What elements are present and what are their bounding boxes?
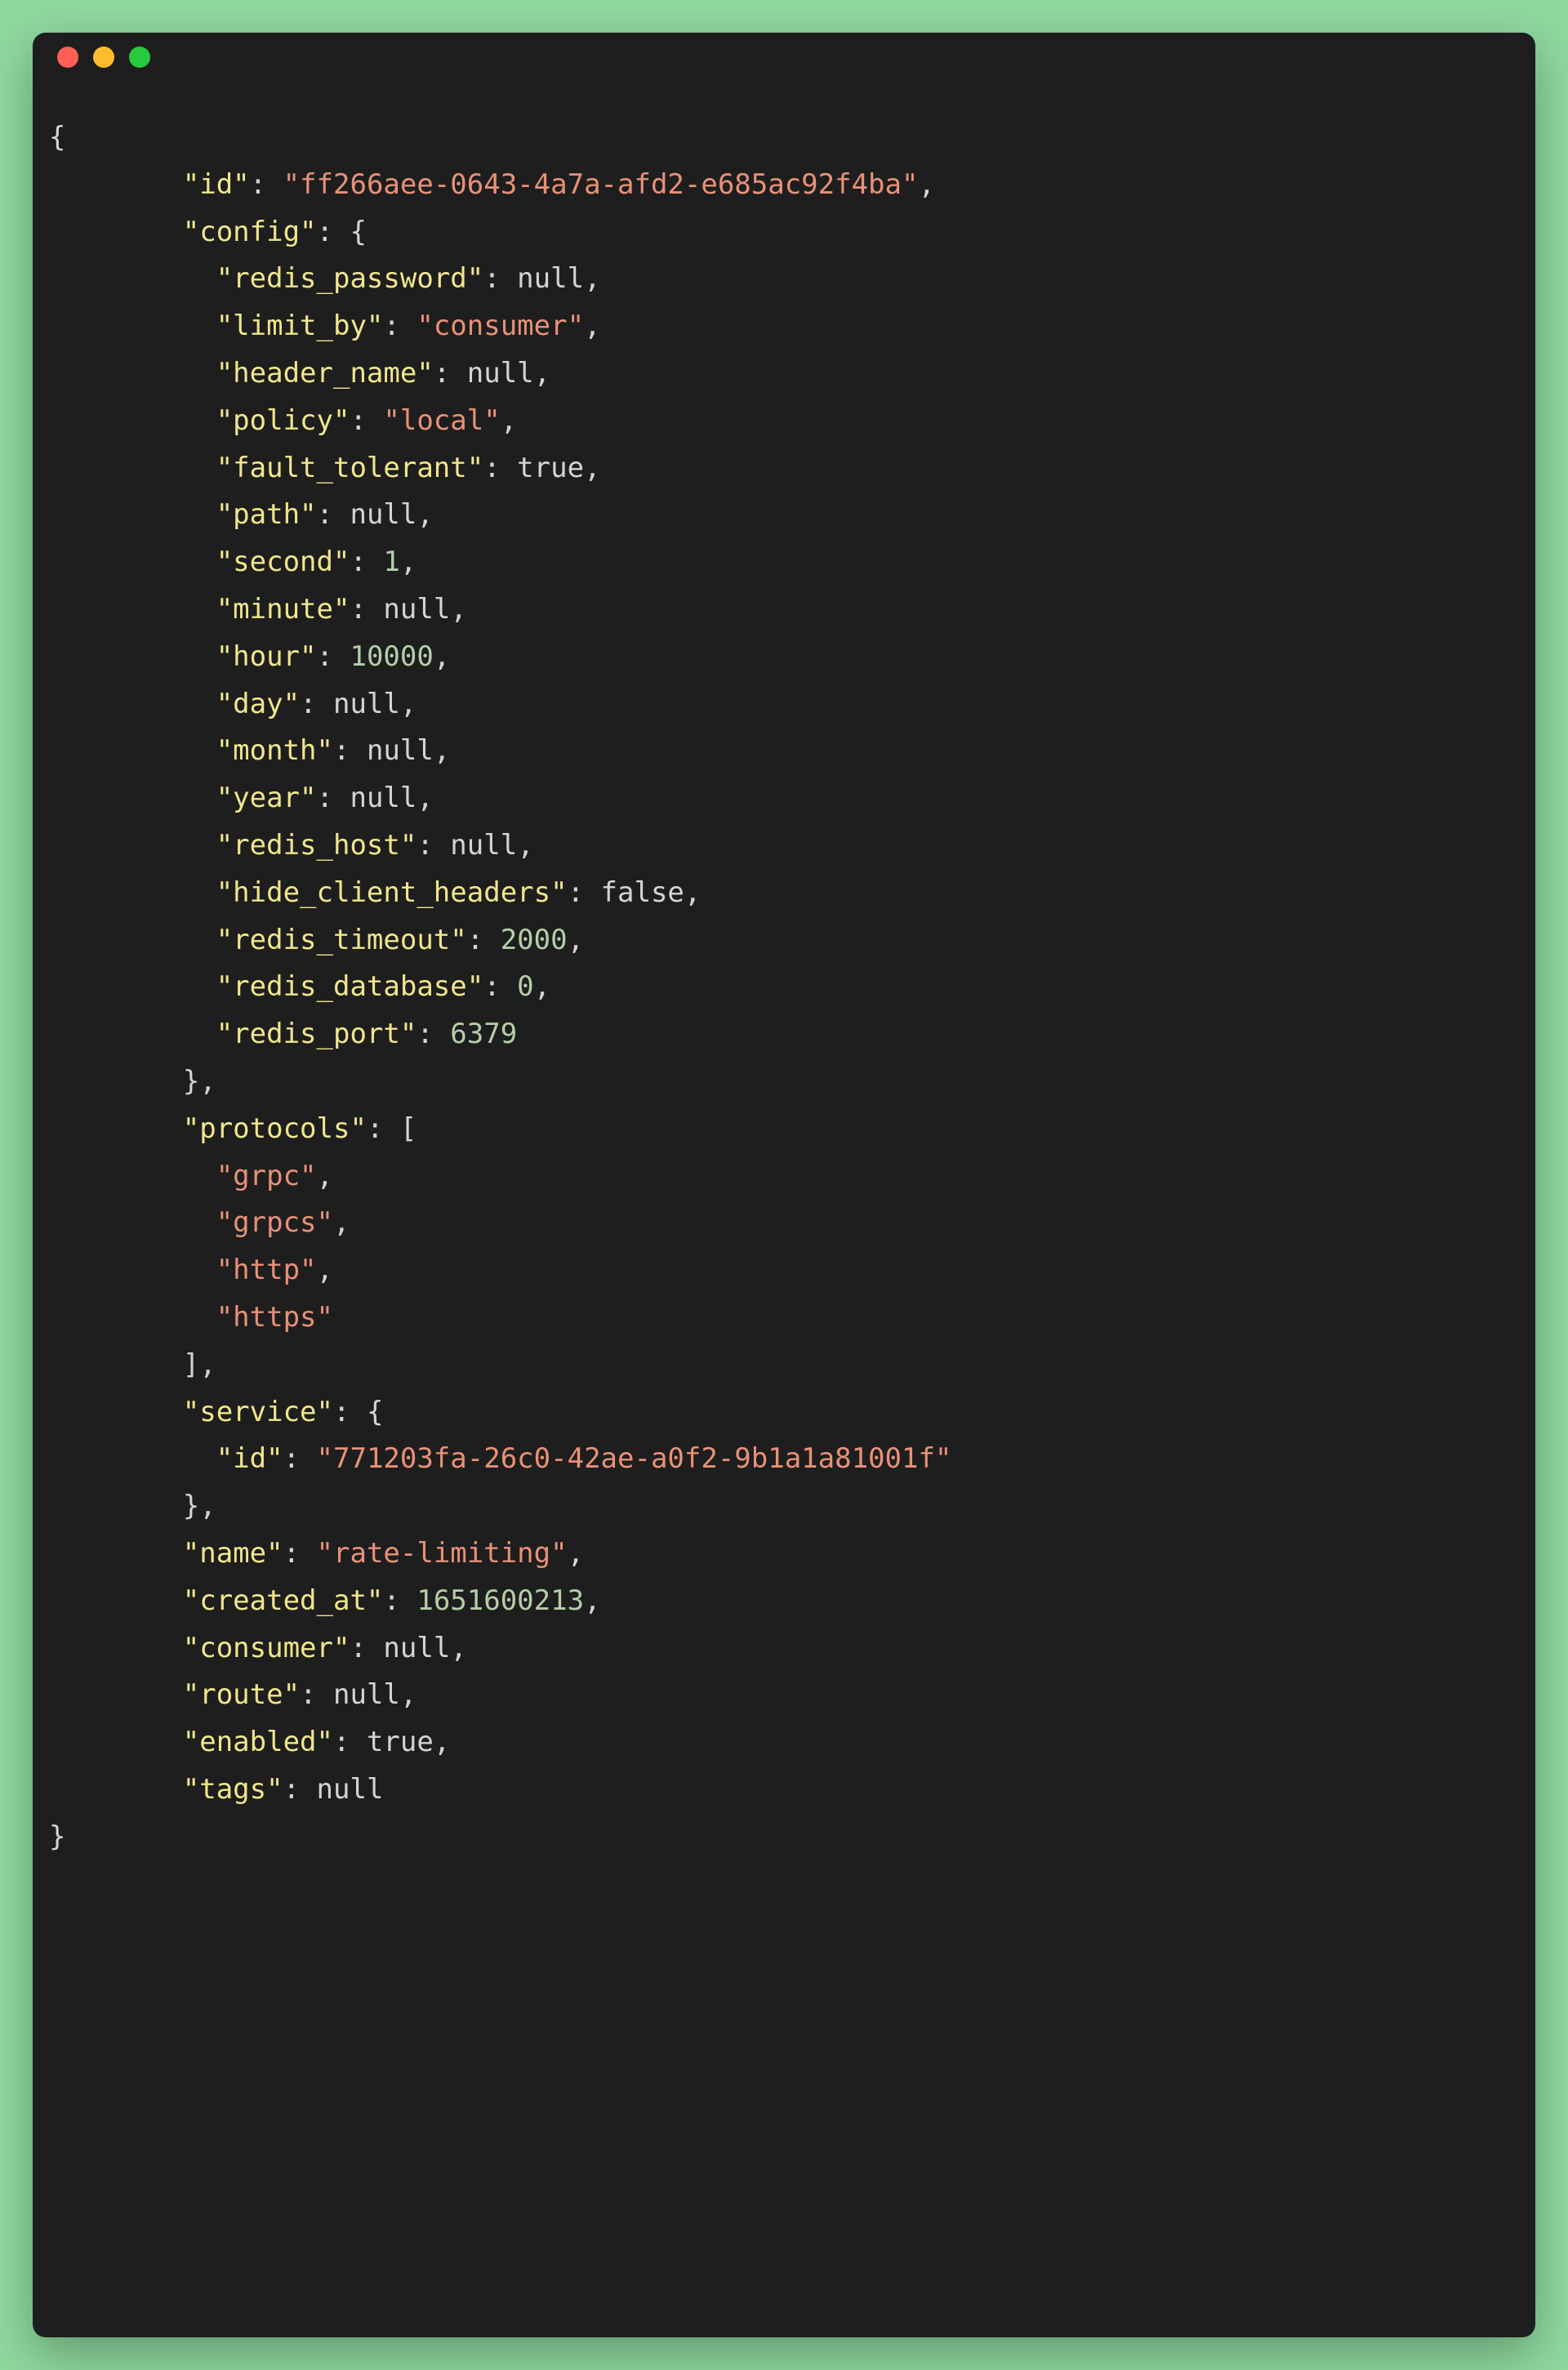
json-key-consumer: "consumer" xyxy=(183,1632,350,1664)
json-val-consumer: null xyxy=(383,1632,450,1664)
brace-open: { xyxy=(49,121,65,154)
json-val-redis-host: null xyxy=(450,829,517,862)
json-key-redis-password: "redis_password" xyxy=(216,262,484,295)
json-val-policy: "local" xyxy=(383,404,500,437)
close-window-button[interactable] xyxy=(57,47,78,68)
json-key-redis-database: "redis_database" xyxy=(216,970,484,1003)
json-val-redis-password: null xyxy=(517,262,584,295)
json-key-enabled: "enabled" xyxy=(183,1726,333,1758)
json-val-service-id: "771203fa-26c0-42ae-a0f2-9b1a1a81001f" xyxy=(317,1442,952,1475)
titlebar xyxy=(33,33,1535,82)
json-protocol-0: "grpc" xyxy=(216,1160,317,1192)
json-key-limit-by: "limit_by" xyxy=(216,310,384,342)
json-val-name: "rate-limiting" xyxy=(317,1537,568,1570)
json-key-minute: "minute" xyxy=(216,593,350,626)
json-key-redis-host: "redis_host" xyxy=(216,829,417,862)
json-val-id: "ff266aee-0643-4a7a-afd2-e685ac92f4ba" xyxy=(283,168,919,201)
brace-close: } xyxy=(49,1820,65,1853)
json-val-hour: 10000 xyxy=(350,640,433,673)
json-key-path: "path" xyxy=(216,498,317,531)
json-key-created-at: "created_at" xyxy=(183,1584,384,1617)
json-val-redis-database: 0 xyxy=(517,970,533,1003)
json-key-config: "config" xyxy=(183,216,317,248)
json-key-year: "year" xyxy=(216,782,317,814)
json-key-hide-client-headers: "hide_client_headers" xyxy=(216,876,568,909)
json-key-day: "day" xyxy=(216,688,300,720)
json-key-policy: "policy" xyxy=(216,404,350,437)
json-val-header-name: null xyxy=(467,357,534,390)
json-val-day: null xyxy=(333,688,400,720)
json-protocol-2: "http" xyxy=(216,1254,317,1286)
json-val-limit-by: "consumer" xyxy=(416,310,584,342)
json-key-fault-tolerant: "fault_tolerant" xyxy=(216,452,484,484)
json-key-tags: "tags" xyxy=(183,1773,283,1806)
json-val-second: 1 xyxy=(383,546,399,578)
json-val-tags: null xyxy=(317,1773,384,1806)
json-val-hide-client-headers: false xyxy=(601,876,684,909)
json-key-route: "route" xyxy=(183,1678,300,1711)
maximize-window-button[interactable] xyxy=(129,47,150,68)
json-protocol-1: "grpcs" xyxy=(216,1206,333,1239)
json-key-month: "month" xyxy=(216,734,333,767)
json-val-path: null xyxy=(350,498,416,531)
json-val-route: null xyxy=(333,1678,400,1711)
json-val-month: null xyxy=(367,734,434,767)
json-val-fault-tolerant: true xyxy=(517,452,584,484)
json-key-service-id: "id" xyxy=(216,1442,283,1475)
json-protocol-3: "https" xyxy=(216,1301,333,1334)
json-val-redis-port: 6379 xyxy=(450,1018,517,1050)
minimize-window-button[interactable] xyxy=(93,47,114,68)
code-content: { "id": "ff266aee-0643-4a7a-afd2-e685ac9… xyxy=(33,82,1535,1893)
json-key-name: "name" xyxy=(183,1537,283,1570)
json-key-hour: "hour" xyxy=(216,640,317,673)
json-key-protocols: "protocols" xyxy=(183,1112,367,1145)
json-val-minute: null xyxy=(383,593,450,626)
json-key-service: "service" xyxy=(183,1396,333,1428)
json-key-id: "id" xyxy=(183,168,250,201)
terminal-window: { "id": "ff266aee-0643-4a7a-afd2-e685ac9… xyxy=(33,33,1535,2337)
json-val-created-at: 1651600213 xyxy=(416,1584,584,1617)
json-val-enabled: true xyxy=(367,1726,434,1758)
json-key-redis-port: "redis_port" xyxy=(216,1018,417,1050)
json-key-header-name: "header_name" xyxy=(216,357,434,390)
json-val-redis-timeout: 2000 xyxy=(501,924,568,956)
json-key-redis-timeout: "redis_timeout" xyxy=(216,924,467,956)
json-val-year: null xyxy=(350,782,416,814)
json-key-second: "second" xyxy=(216,546,350,578)
